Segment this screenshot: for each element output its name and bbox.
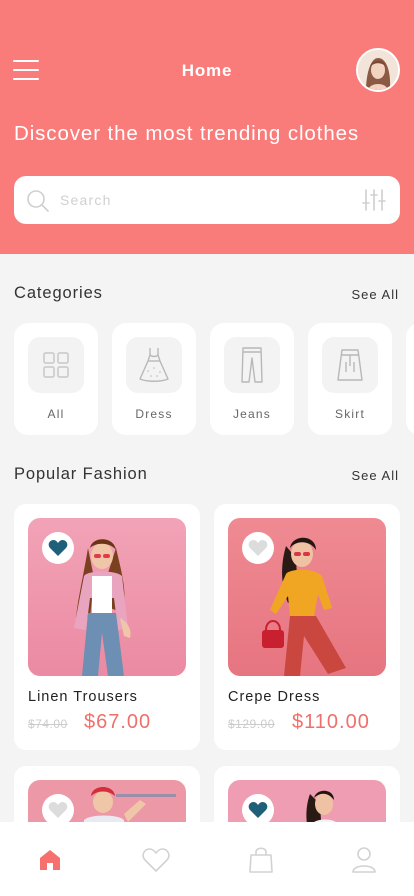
product-card-crepe-dress[interactable]: Crepe Dress $129.00 $110.00 bbox=[214, 504, 400, 750]
category-more[interactable] bbox=[406, 323, 414, 435]
tab-favorites[interactable] bbox=[142, 846, 170, 874]
tab-cart[interactable] bbox=[247, 846, 275, 874]
bottom-tab-bar bbox=[0, 822, 414, 896]
product-name: Linen Trousers bbox=[28, 689, 138, 705]
avatar[interactable] bbox=[356, 48, 400, 92]
product-old-price: $129.00 bbox=[228, 717, 275, 731]
heart-icon bbox=[142, 848, 170, 872]
favorite-button[interactable] bbox=[242, 532, 274, 564]
category-label: Skirt bbox=[335, 407, 365, 421]
product-price: $110.00 bbox=[292, 711, 370, 733]
dress-icon bbox=[139, 348, 169, 382]
filter-icon[interactable] bbox=[362, 188, 386, 212]
popular-see-all-link[interactable]: See All bbox=[352, 468, 399, 483]
product-price: $67.00 bbox=[84, 711, 152, 733]
header: Home Discover the most trending clothes bbox=[0, 0, 414, 254]
tab-profile[interactable] bbox=[350, 846, 378, 874]
category-label: All bbox=[47, 407, 65, 421]
category-jeans[interactable]: Jeans bbox=[210, 323, 294, 435]
heart-icon bbox=[48, 540, 68, 556]
categories-title: Categories bbox=[14, 284, 103, 302]
product-card-linen-trousers[interactable]: Linen Trousers $74.00 $67.00 bbox=[14, 504, 200, 750]
heart-icon bbox=[48, 802, 68, 818]
popular-title: Popular Fashion bbox=[14, 465, 148, 483]
categories-see-all-link[interactable]: See All bbox=[352, 287, 399, 302]
favorite-button[interactable] bbox=[42, 532, 74, 564]
grid-icon bbox=[43, 352, 69, 378]
category-all[interactable]: All bbox=[14, 323, 98, 435]
jeans-icon bbox=[241, 347, 263, 383]
product-old-price: $74.00 bbox=[28, 717, 68, 731]
skirt-icon bbox=[337, 349, 363, 381]
search-input[interactable] bbox=[60, 188, 350, 212]
category-dress[interactable]: Dress bbox=[112, 323, 196, 435]
categories-list: All Dress Jeans Skirt bbox=[14, 323, 414, 435]
headline: Discover the most trending clothes bbox=[14, 122, 360, 145]
search-icon bbox=[27, 190, 49, 212]
tab-home[interactable] bbox=[36, 846, 64, 874]
user-icon bbox=[352, 847, 376, 873]
home-icon bbox=[40, 850, 60, 870]
product-name: Crepe Dress bbox=[228, 689, 321, 705]
category-label: Dress bbox=[135, 407, 173, 421]
bag-icon bbox=[249, 847, 273, 873]
heart-icon bbox=[248, 802, 268, 818]
page-title: Home bbox=[181, 61, 233, 80]
category-skirt[interactable]: Skirt bbox=[308, 323, 392, 435]
category-label: Jeans bbox=[232, 407, 272, 421]
search-bar bbox=[14, 176, 400, 224]
heart-icon bbox=[248, 540, 268, 556]
